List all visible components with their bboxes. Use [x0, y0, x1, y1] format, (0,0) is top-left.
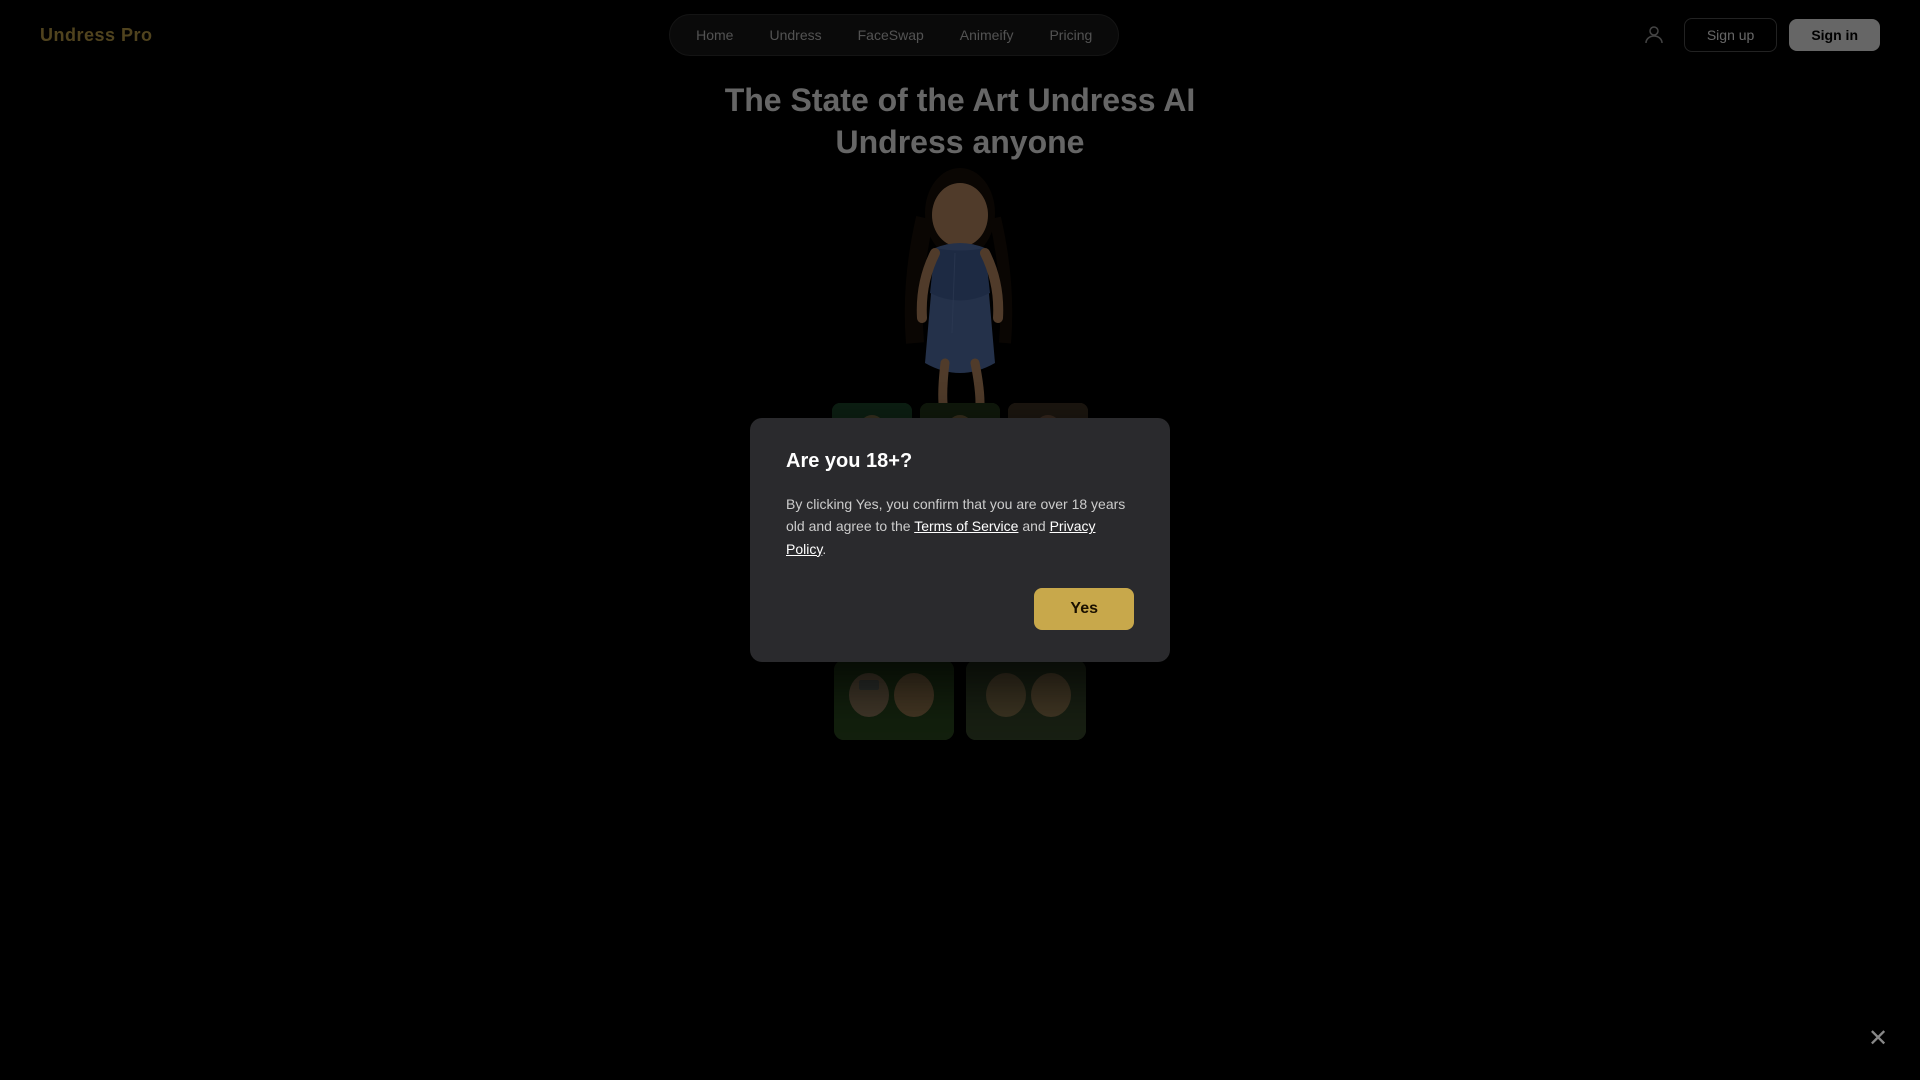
- terms-link[interactable]: Terms of Service: [914, 518, 1018, 534]
- modal-overlay: Are you 18+? By clicking Yes, you confir…: [0, 0, 1920, 1080]
- close-corner-button[interactable]: ✕: [1860, 1020, 1896, 1056]
- modal-body: By clicking Yes, you confirm that you ar…: [786, 493, 1134, 560]
- age-verification-modal: Are you 18+? By clicking Yes, you confir…: [750, 418, 1170, 662]
- confirm-age-button[interactable]: Yes: [1034, 588, 1134, 630]
- modal-body-text: By clicking Yes, you confirm that you ar…: [786, 496, 1125, 557]
- modal-footer: Yes: [786, 588, 1134, 630]
- modal-title: Are you 18+?: [786, 450, 1134, 473]
